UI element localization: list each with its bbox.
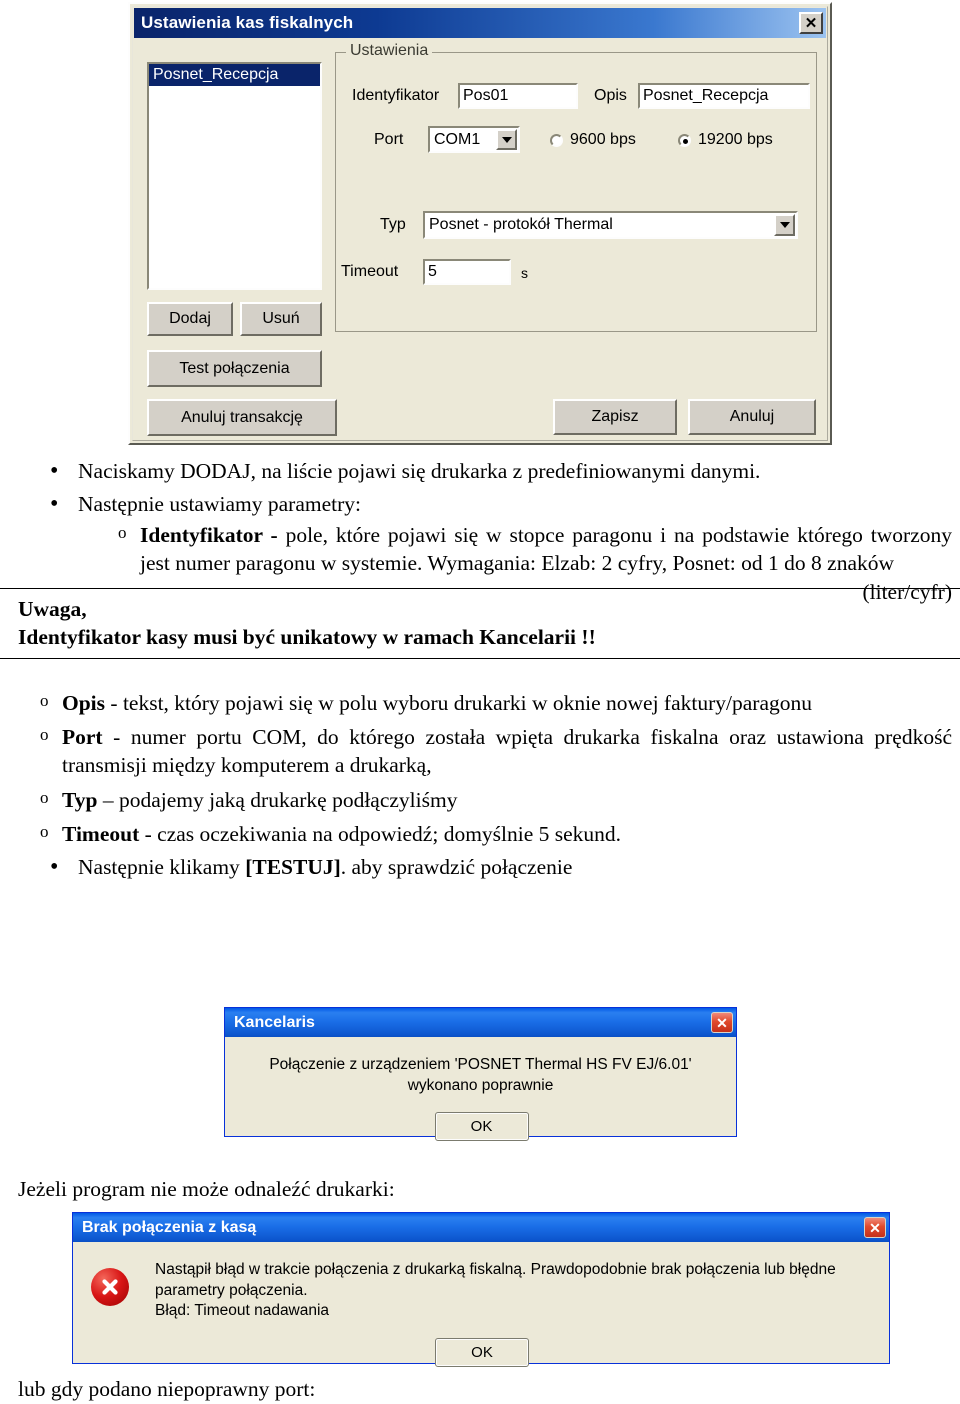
close-icon[interactable]: ✕ <box>864 1217 886 1238</box>
instructions-list: Naciskamy DODAJ, na liście pojawi się dr… <box>0 456 960 604</box>
error-dialog-title: Brak połączenia z kasą <box>82 1218 257 1236</box>
speed-option-19200[interactable]: 19200 bps <box>678 131 773 149</box>
success-dialog-title: Kancelaris <box>234 1013 315 1031</box>
parameters-sublist: Identyfikator - pole, które pojawi się w… <box>78 521 960 604</box>
type-selected-value: Posnet - protokół Thermal <box>429 216 613 233</box>
close-icon[interactable]: ✕ <box>711 1012 733 1033</box>
error-circle-icon <box>91 1268 129 1306</box>
warning-heading: Uwaga, <box>18 596 87 621</box>
port-description: - numer portu COM, do którego została wp… <box>62 724 952 778</box>
warning-note: Uwaga, Identyfikator kasy musi być unika… <box>0 587 960 659</box>
timeout-input[interactable]: 5 <box>423 259 511 285</box>
bullet1-text: Naciskamy DODAJ, na liście pojawi się dr… <box>78 459 761 483</box>
fiscal-printer-settings-dialog: Ustawienia kas fiskalnych ✕ Posnet_Recep… <box>128 2 832 445</box>
timeout-term: Timeout <box>62 822 145 846</box>
dialog-title: Ustawienia kas fiskalnych <box>141 13 354 32</box>
bullet2-text: Następnie ustawiamy parametry: <box>78 491 361 516</box>
error-dialog-titlebar: Brak połączenia z kasą ✕ <box>73 1213 889 1242</box>
error-message-dialog: Brak połączenia z kasą ✕ Nastąpił błąd w… <box>72 1212 890 1367</box>
testuj-keyword: [TESTUJ] <box>245 855 341 880</box>
port-label: Port <box>374 131 404 148</box>
typ-term: Typ <box>62 787 103 812</box>
parameters-sublist-2: Opis - tekst, który pojawi się w polu wy… <box>0 689 960 849</box>
list-item-timeout: Timeout - czas oczekiwania na odpowiedź;… <box>0 820 960 848</box>
error-message-line2: Błąd: Timeout nadawania <box>155 1302 330 1320</box>
warning-text: Identyfikator kasy musi być unikatowy w … <box>18 624 596 649</box>
ok-button[interactable]: OK <box>434 1112 529 1141</box>
dialog-titlebar: Ustawienia kas fiskalnych ✕ <box>134 8 826 38</box>
speed-option-9600[interactable]: 9600 bps <box>550 131 636 149</box>
groupbox-title: Ustawienia <box>346 42 433 60</box>
type-label: Typ <box>380 216 406 233</box>
add-button[interactable]: Dodaj <box>147 302 233 336</box>
printer-listbox[interactable]: Posnet_Recepcja <box>147 62 322 290</box>
timeout-description: - czas oczekiwania na odpowiedź; domyśln… <box>144 822 622 846</box>
settings-groupbox: Ustawienia Identyfikator Pos01 Opis Posn… <box>335 42 817 332</box>
radio-icon[interactable] <box>550 133 563 147</box>
opis-description: - tekst, który pojawi się w polu wyboru … <box>110 690 812 715</box>
success-dialog-body: Połączenie z urządzeniem 'POSNET Thermal… <box>225 1037 736 1141</box>
testuj-post: . aby sprawdzić połączenie <box>340 855 573 880</box>
identifier-note: (liter/cyfr) <box>862 579 952 604</box>
cancel-transaction-button[interactable]: Anuluj transakcję <box>147 399 337 436</box>
speed-option-19200-label: 19200 bps <box>698 131 773 148</box>
printer-not-found-line: Jeżeli program nie może odnaleźć drukark… <box>18 1177 395 1201</box>
list-item-naciskamy: Naciskamy DODAJ, na liście pojawi się dr… <box>0 456 960 487</box>
description-label: Opis <box>594 87 627 104</box>
type-combobox[interactable]: Posnet - protokół Thermal <box>423 211 798 239</box>
success-message-dialog: Kancelaris ✕ Połączenie z urządzeniem 'P… <box>224 1007 737 1141</box>
identifier-label: Identyfikator <box>352 87 440 104</box>
list-item-port: Port - numer portu COM, do którego zosta… <box>0 723 960 780</box>
chevron-down-icon[interactable] <box>496 129 517 150</box>
ok-button[interactable]: OK <box>435 1338 529 1367</box>
chevron-down-icon[interactable] <box>774 214 795 236</box>
success-message-text: Połączenie z urządzeniem 'POSNET Thermal… <box>269 1056 692 1094</box>
test-connection-button[interactable]: Test połączenia <box>147 350 322 387</box>
list-item-typ: Typ – podajemy jaką drukarkę podłączyliś… <box>0 786 960 814</box>
identifier-term: Identyfikator - <box>140 522 286 547</box>
speed-option-9600-label: 9600 bps <box>570 131 636 148</box>
description-input[interactable]: Posnet_Recepcja <box>638 83 810 109</box>
port-combobox[interactable]: COM1 <box>428 126 520 153</box>
list-item-testuj: Następnie klikamy [TESTUJ]. aby sprawdzi… <box>0 852 960 883</box>
error-dialog-body: Nastąpił błąd w trakcie połączenia z dru… <box>73 1242 889 1367</box>
document-body: Naciskamy DODAJ, na liście pojawi się dr… <box>0 456 960 887</box>
timeout-label: Timeout <box>341 263 399 280</box>
wrong-port-line: lub gdy podano niepoprawny port: <box>18 1377 316 1401</box>
instructions-list-2: Następnie klikamy [TESTUJ]. aby sprawdzi… <box>0 852 960 883</box>
timeout-unit-label: s <box>521 265 528 281</box>
error-message-line1: Nastąpił błąd w trakcie połączenia z dru… <box>155 1261 836 1299</box>
close-icon[interactable]: ✕ <box>799 12 823 34</box>
typ-description: – podajemy jaką drukarkę podłączyliśmy <box>102 787 458 812</box>
radio-icon[interactable] <box>678 133 691 147</box>
success-dialog-titlebar: Kancelaris ✕ <box>225 1008 736 1037</box>
testuj-pre: Następnie klikamy <box>78 855 246 880</box>
port-selected-value: COM1 <box>434 130 481 148</box>
opis-term: Opis <box>62 690 111 715</box>
delete-button[interactable]: Usuń <box>240 302 322 336</box>
port-term: Port <box>62 724 114 749</box>
identifier-input[interactable]: Pos01 <box>458 83 578 109</box>
save-button[interactable]: Zapisz <box>553 399 677 435</box>
cancel-button[interactable]: Anuluj <box>688 399 816 435</box>
list-item-parametry: Następnie ustawiamy parametry: Identyfik… <box>0 489 960 604</box>
list-item-opis: Opis - tekst, który pojawi się w polu wy… <box>0 689 960 717</box>
list-item-identyfikator: Identyfikator - pole, które pojawi się w… <box>78 521 960 604</box>
list-item[interactable]: Posnet_Recepcja <box>149 64 320 86</box>
